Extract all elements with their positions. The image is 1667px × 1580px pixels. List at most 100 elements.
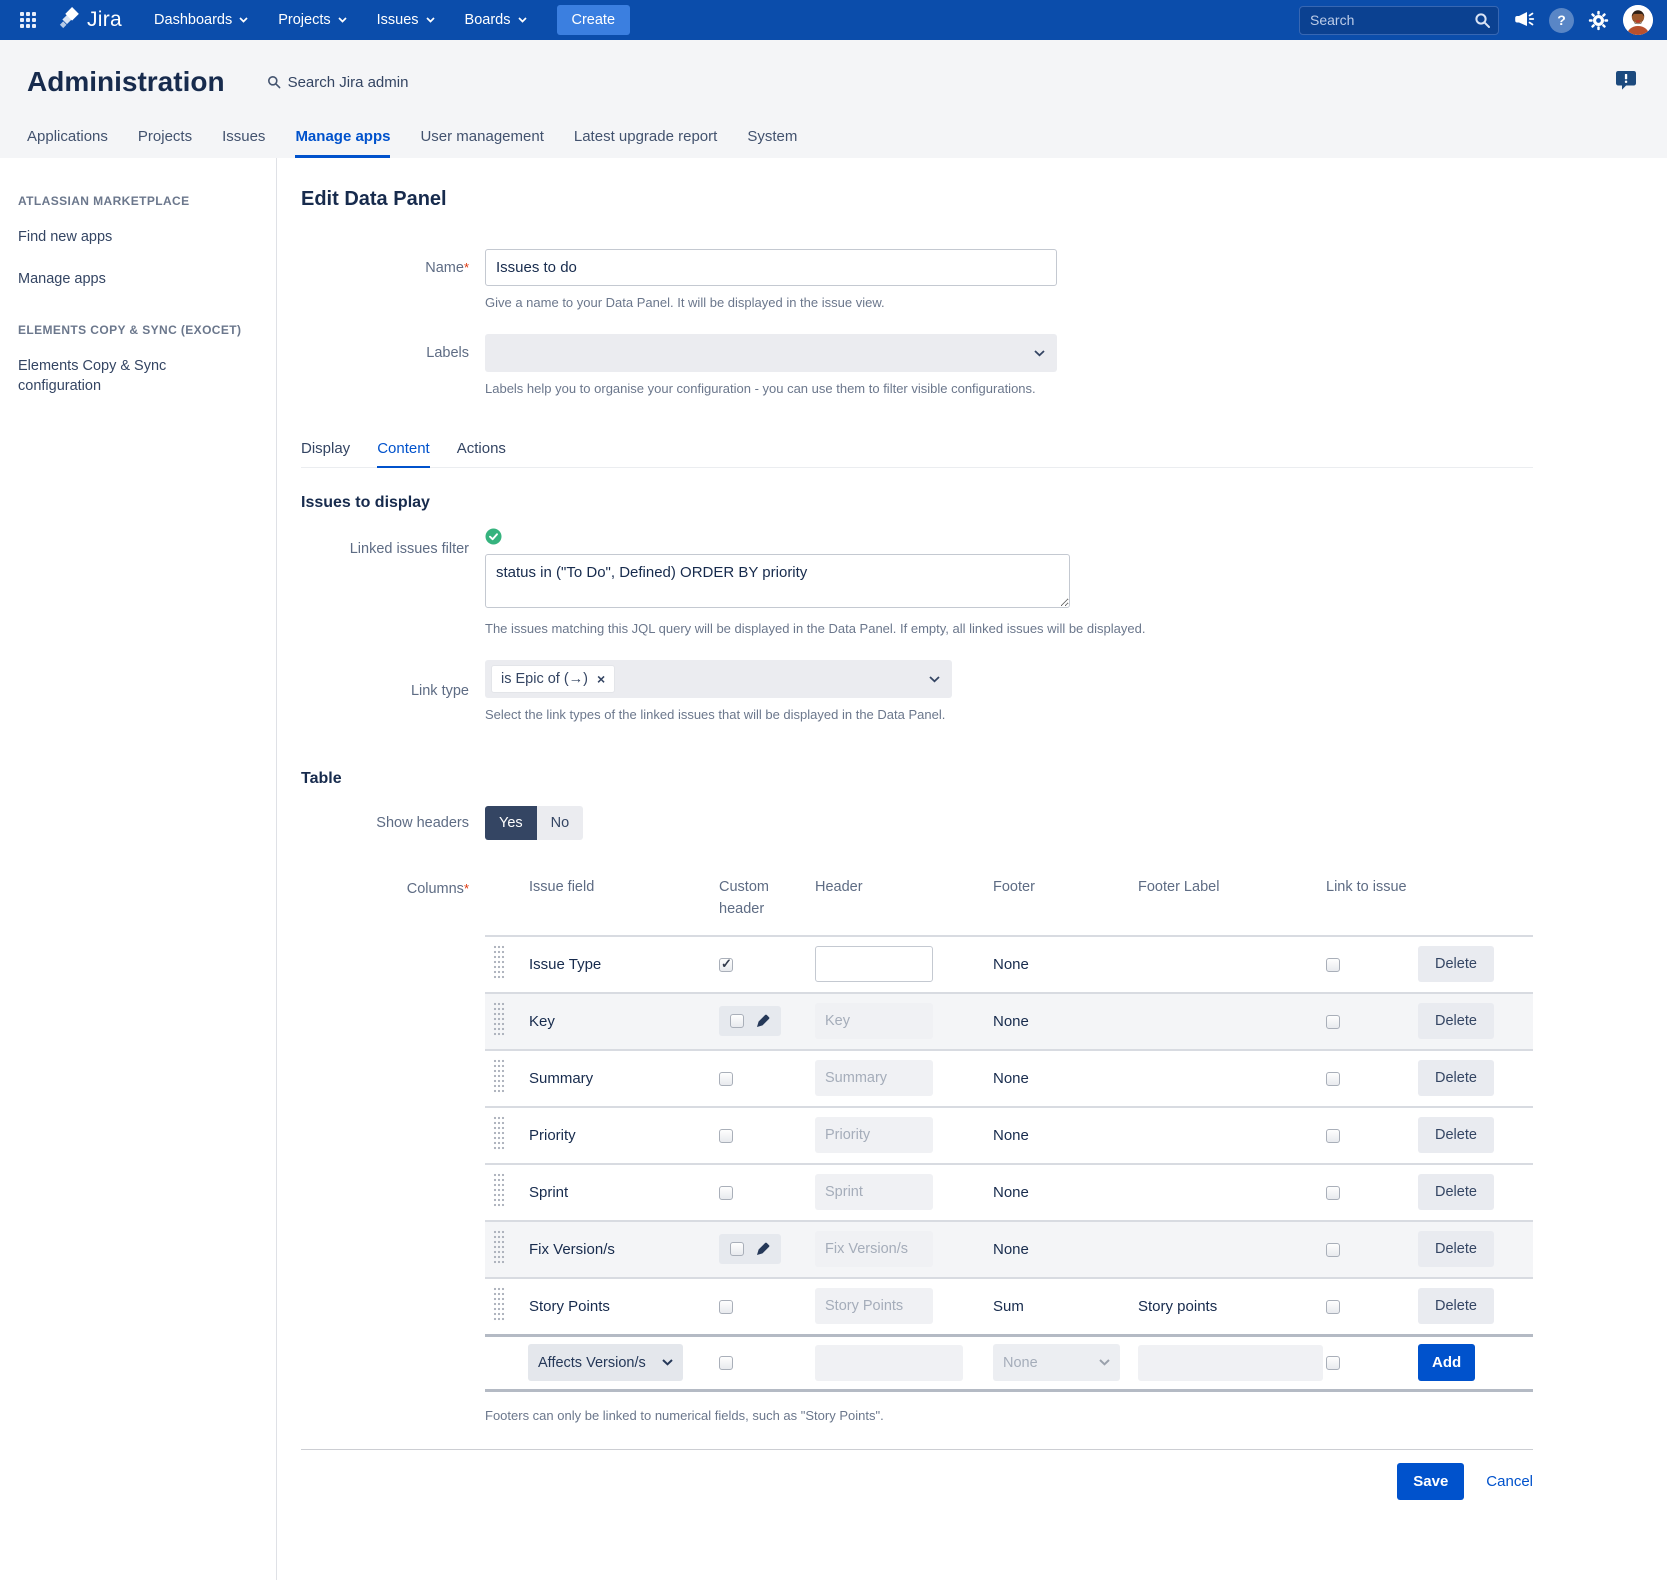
jira-logo[interactable]: Jira bbox=[58, 6, 122, 35]
create-button[interactable]: Create bbox=[557, 5, 631, 35]
row-field-name: Issue Type bbox=[529, 956, 719, 973]
tab-actions[interactable]: Actions bbox=[457, 440, 506, 468]
announcements-icon[interactable] bbox=[1513, 10, 1535, 30]
nav-projects[interactable]: Projects bbox=[266, 6, 358, 34]
admin-tab-bar: Applications Projects Issues Manage apps… bbox=[27, 128, 1637, 158]
footer-select[interactable]: None bbox=[993, 1344, 1120, 1381]
drag-handle-icon[interactable] bbox=[485, 1058, 529, 1098]
search-icon[interactable] bbox=[1474, 12, 1491, 33]
chevron-down-icon bbox=[1099, 1359, 1110, 1366]
header-text-input bbox=[815, 1231, 933, 1267]
tab-system[interactable]: System bbox=[747, 128, 797, 158]
custom-header-checkbox[interactable] bbox=[719, 1300, 733, 1314]
sidebar-item-elements-configuration[interactable]: Elements Copy & Sync configuration bbox=[18, 357, 203, 396]
nav-issues[interactable]: Issues bbox=[365, 6, 447, 34]
new-header-input[interactable] bbox=[815, 1345, 963, 1381]
tab-issues[interactable]: Issues bbox=[222, 128, 265, 158]
link-type-label: Link type bbox=[301, 683, 485, 699]
link-to-issue-checkbox[interactable] bbox=[1326, 1186, 1340, 1200]
custom-header-checkbox[interactable] bbox=[719, 1129, 733, 1143]
header-text-input[interactable] bbox=[815, 946, 933, 982]
nav-issues-label: Issues bbox=[377, 12, 419, 28]
custom-header-checkbox[interactable] bbox=[719, 1186, 733, 1200]
feedback-icon[interactable] bbox=[1615, 70, 1637, 95]
gear-icon[interactable] bbox=[1588, 10, 1609, 31]
tab-projects[interactable]: Projects bbox=[138, 128, 192, 158]
show-headers-yes-button[interactable]: Yes bbox=[485, 806, 537, 840]
nav-search bbox=[1299, 6, 1499, 35]
link-type-select[interactable]: is Epic of (→) × bbox=[485, 660, 952, 698]
add-button[interactable]: Add bbox=[1418, 1344, 1475, 1381]
row-footer-label: Story points bbox=[1138, 1298, 1326, 1315]
drag-handle-icon[interactable] bbox=[485, 1172, 529, 1212]
help-icon[interactable]: ? bbox=[1549, 8, 1574, 33]
tab-applications[interactable]: Applications bbox=[27, 128, 108, 158]
edit-pencil-icon[interactable] bbox=[756, 1242, 770, 1256]
delete-button[interactable]: Delete bbox=[1418, 1231, 1494, 1267]
show-headers-label: Show headers bbox=[301, 815, 485, 831]
sidebar-item-manage-apps[interactable]: Manage apps bbox=[18, 270, 262, 290]
link-to-issue-checkbox[interactable] bbox=[1326, 1129, 1340, 1143]
issue-field-select[interactable]: Affects Version/s bbox=[528, 1344, 683, 1381]
table-row-issue-type: Issue Type None Delete bbox=[485, 935, 1533, 992]
nav-dashboards[interactable]: Dashboards bbox=[142, 6, 260, 34]
link-to-issue-checkbox[interactable] bbox=[1326, 1015, 1340, 1029]
link-to-issue-checkbox[interactable] bbox=[1326, 1072, 1340, 1086]
custom-header-checkbox[interactable] bbox=[719, 1072, 733, 1086]
sidebar-section-elements: ELEMENTS COPY & SYNC (EXOCET) bbox=[18, 323, 262, 337]
nav-boards[interactable]: Boards bbox=[453, 6, 539, 34]
cancel-link[interactable]: Cancel bbox=[1486, 1473, 1533, 1490]
search-jira-admin[interactable]: Search Jira admin bbox=[267, 74, 409, 91]
search-input[interactable] bbox=[1299, 6, 1499, 35]
labels-select[interactable] bbox=[485, 334, 1057, 372]
save-button[interactable]: Save bbox=[1397, 1463, 1464, 1500]
custom-header-checkbox[interactable] bbox=[730, 1242, 744, 1256]
tab-display[interactable]: Display bbox=[301, 440, 350, 468]
tab-content[interactable]: Content bbox=[377, 440, 430, 468]
link-to-issue-checkbox[interactable] bbox=[1326, 958, 1340, 972]
show-headers-no-button[interactable]: No bbox=[537, 806, 584, 840]
drag-handle-icon[interactable] bbox=[485, 944, 529, 984]
delete-button[interactable]: Delete bbox=[1418, 1003, 1494, 1039]
tab-manage-apps[interactable]: Manage apps bbox=[295, 128, 390, 158]
custom-header-checkbox[interactable] bbox=[719, 1356, 733, 1370]
delete-button[interactable]: Delete bbox=[1418, 1174, 1494, 1210]
drag-handle-icon[interactable] bbox=[485, 1286, 529, 1326]
link-type-chip-label: is Epic of (→) bbox=[501, 671, 588, 687]
custom-header-checkbox[interactable] bbox=[719, 958, 733, 972]
row-footer-value: None bbox=[993, 956, 1138, 973]
jql-filter-textarea[interactable]: status in ("To Do", Defined) ORDER BY pr… bbox=[485, 554, 1070, 608]
add-column-row: Affects Version/s None bbox=[485, 1334, 1533, 1392]
custom-header-checkbox[interactable] bbox=[730, 1014, 744, 1028]
edit-pencil-icon[interactable] bbox=[756, 1014, 770, 1028]
chevron-down-icon bbox=[239, 17, 248, 23]
tab-latest-upgrade-report[interactable]: Latest upgrade report bbox=[574, 128, 717, 158]
link-to-issue-checkbox[interactable] bbox=[1326, 1300, 1340, 1314]
delete-button[interactable]: Delete bbox=[1418, 1117, 1494, 1153]
header-text-input bbox=[815, 1060, 933, 1096]
remove-link-type-icon[interactable]: × bbox=[597, 672, 605, 686]
link-to-issue-checkbox[interactable] bbox=[1326, 1243, 1340, 1257]
tab-user-management[interactable]: User management bbox=[420, 128, 543, 158]
name-input[interactable] bbox=[485, 249, 1057, 286]
drag-handle-icon[interactable] bbox=[485, 1115, 529, 1155]
new-footer-label-input[interactable] bbox=[1138, 1345, 1323, 1381]
row-footer-value: Sum bbox=[993, 1298, 1138, 1315]
chevron-down-icon bbox=[426, 17, 435, 23]
custom-header-edit-group bbox=[719, 1234, 781, 1264]
delete-button[interactable]: Delete bbox=[1418, 1060, 1494, 1096]
drag-handle-icon[interactable] bbox=[485, 1001, 529, 1041]
jira-logo-icon bbox=[58, 6, 83, 35]
delete-button[interactable]: Delete bbox=[1418, 946, 1494, 982]
delete-button[interactable]: Delete bbox=[1418, 1288, 1494, 1324]
sidebar-section-marketplace: ATLASSIAN MARKETPLACE bbox=[18, 194, 262, 208]
link-to-issue-checkbox[interactable] bbox=[1326, 1356, 1340, 1370]
col-header-footer: Footer bbox=[993, 876, 1138, 898]
sidebar-item-find-new-apps[interactable]: Find new apps bbox=[18, 228, 262, 248]
drag-handle-icon[interactable] bbox=[485, 1229, 529, 1269]
app-switcher-icon[interactable] bbox=[14, 6, 42, 34]
required-asterisk: * bbox=[464, 260, 469, 275]
linked-issues-filter-label: Linked issues filter bbox=[301, 528, 485, 636]
row-field-name: Priority bbox=[529, 1127, 719, 1144]
user-avatar[interactable] bbox=[1623, 5, 1653, 35]
